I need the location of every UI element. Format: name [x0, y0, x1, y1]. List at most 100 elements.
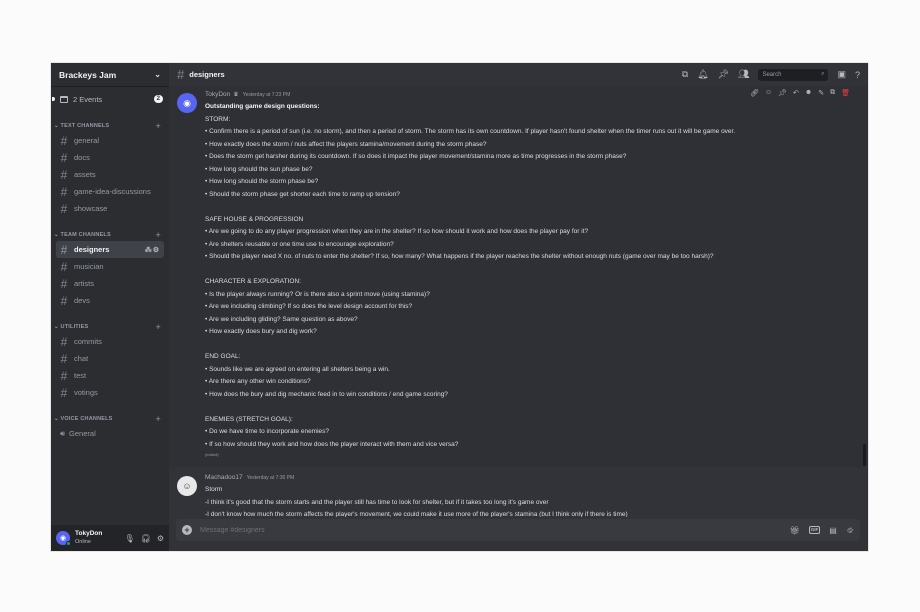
channel-title: designers: [189, 70, 225, 79]
server-header[interactable]: Brackeys Jam ⌄: [51, 63, 169, 86]
hash-icon: #: [60, 293, 68, 308]
header-toolbar: ⧉ 🔔︎ 📌︎ 👥︎ Search ⌕ ▣ ?: [682, 68, 860, 81]
inbox-icon[interactable]: ▣: [837, 69, 846, 80]
message-line: Outstanding game design questions:: [205, 103, 320, 110]
headphones-icon[interactable]: 🎧︎: [141, 534, 151, 543]
line-spacer: [205, 264, 852, 277]
category-utilities[interactable]: ⌄ UTILITIES +: [51, 321, 169, 333]
search-input[interactable]: Search ⌕: [758, 68, 829, 81]
online-status-icon: [66, 541, 71, 546]
message-input[interactable]: [200, 526, 680, 534]
hash-icon: #: [60, 351, 68, 366]
user-status: Online: [75, 539, 91, 545]
channel-docs[interactable]: # docs: [56, 149, 164, 166]
message-author[interactable]: Machadoo17: [205, 474, 243, 481]
voice-channel-general[interactable]: 🔊︎ General: [56, 425, 164, 442]
avatar[interactable]: ◉: [56, 531, 71, 546]
list-item: • Should the player need X no. of nuts t…: [205, 253, 714, 260]
notification-bell-icon[interactable]: 🔔︎: [697, 69, 708, 80]
message-line: CHARACTER & EXPLORATION:: [205, 278, 301, 285]
message-content: Machadoo17 Yesterday at 7:36 PM Storm -I …: [205, 474, 852, 517]
message[interactable]: 🔗︎ ☺ 📌︎ ↶ ☻ ✎ ⧉ 🗑︎ ◉ TokyDon ♛ Yesterday…: [169, 86, 868, 467]
line-spacer: [205, 401, 852, 414]
channel-votings[interactable]: # votings: [56, 384, 164, 401]
message-timestamp: Yesterday at 7:36 PM: [246, 475, 295, 481]
message-body: Outstanding game design questions: STORM:…: [205, 101, 852, 451]
member-list-icon[interactable]: 👥︎: [738, 69, 749, 80]
calendar-icon: [60, 95, 68, 103]
message-author[interactable]: TokyDon: [205, 91, 230, 98]
channel-artists[interactable]: # artists: [56, 275, 164, 292]
hash-icon: #: [60, 133, 68, 148]
list-item: • Does the storm get harsher during its …: [205, 153, 627, 160]
pin-icon[interactable]: 📌︎: [718, 69, 729, 80]
channel-musician[interactable]: # musician: [56, 258, 164, 275]
server-name: Brackeys Jam: [59, 69, 117, 80]
threads-icon[interactable]: ⧉: [682, 69, 688, 80]
chevron-down-icon: ⌄: [154, 70, 161, 79]
list-item: • Should the storm phase get shorter eac…: [205, 190, 400, 198]
channel-assets[interactable]: # assets: [56, 166, 164, 183]
gear-icon[interactable]: ⚙: [157, 534, 164, 543]
hash-icon: #: [60, 167, 68, 182]
avatar[interactable]: ◉: [177, 93, 197, 113]
channel-settings-icons[interactable]: ⁂⚙: [145, 246, 160, 254]
add-channel-icon[interactable]: +: [156, 230, 161, 240]
message-line: STORM:: [205, 115, 231, 123]
channel-general[interactable]: # general: [56, 132, 164, 149]
line-spacer: [205, 201, 852, 214]
hash-icon: #: [60, 184, 68, 199]
channel-devs[interactable]: # devs: [56, 292, 164, 309]
channel-game-idea-discussions[interactable]: # game-idea-discussions: [56, 183, 164, 200]
channel-test[interactable]: # test: [56, 367, 164, 384]
user-panel: ◉ TokyDon Online 🎙︎ 🎧︎ ⚙: [51, 525, 169, 551]
events-count-badge: 2: [153, 95, 163, 103]
user-info[interactable]: TokyDon Online: [75, 530, 102, 546]
category-text-channels[interactable]: ⌄ TEXT CHANNELS +: [51, 120, 169, 132]
scrollbar[interactable]: [863, 444, 866, 466]
list-item: • If so how should they work and how doe…: [205, 440, 459, 448]
add-channel-icon[interactable]: +: [156, 322, 161, 332]
line-spacer: [205, 339, 852, 352]
list-item: • Are we including gliding? Same questio…: [205, 315, 358, 323]
list-item: • How long should the storm phase be?: [205, 178, 319, 185]
apps-icon[interactable]: ⁘: [840, 519, 862, 541]
add-channel-icon[interactable]: +: [156, 121, 161, 131]
hash-icon: #: [60, 150, 68, 165]
avatar[interactable]: ☺: [177, 476, 197, 496]
events-item[interactable]: 2 Events 2: [52, 90, 163, 108]
message[interactable]: ☺ Machadoo17 Yesterday at 7:36 PM Storm -…: [169, 467, 868, 517]
list-item: • Is the player always running? Or is th…: [205, 290, 430, 298]
add-attachment-icon[interactable]: +: [182, 525, 192, 535]
list-item: • Are there any other win conditions?: [205, 378, 311, 385]
channel-designers[interactable]: # designers ⁂⚙: [56, 241, 164, 258]
message-line: Storm: [205, 486, 223, 493]
sticker-icon[interactable]: ▤: [829, 526, 837, 535]
list-item: • Confirm there is a period of sun (i.e.…: [205, 128, 736, 135]
list-item: • How long should the sun phase be?: [205, 165, 313, 173]
role-icon: ♛: [233, 92, 239, 98]
channel-commits[interactable]: # commits: [56, 333, 164, 350]
gift-icon[interactable]: 🎁︎: [790, 526, 800, 535]
gif-icon[interactable]: GIF: [808, 526, 821, 534]
hash-icon: #: [60, 259, 68, 274]
message-line: ENEMIES (STRETCH GOAL):: [205, 415, 293, 423]
hash-icon: #: [60, 385, 68, 400]
user-name: TokyDon: [75, 530, 103, 537]
help-icon[interactable]: ?: [855, 70, 860, 80]
microphone-icon[interactable]: 🎙︎: [125, 534, 135, 543]
channel-header: # designers ⧉ 🔔︎ 📌︎ 👥︎ Search ⌕ ▣ ?: [169, 63, 868, 86]
channel-showcase[interactable]: # showcase: [56, 200, 164, 217]
add-channel-icon[interactable]: +: [156, 414, 161, 424]
category-voice-channels[interactable]: ⌄ VOICE CHANNELS +: [51, 413, 169, 425]
category-label: ⌄ TEAM CHANNELS: [54, 232, 111, 238]
message-line: END GOAL:: [205, 353, 241, 360]
message-timestamp: Yesterday at 7:23 PM: [242, 92, 291, 98]
list-item: • How exactly does bury and dig work?: [205, 328, 317, 335]
list-item: • Are we going to do any player progress…: [205, 228, 589, 235]
category-team-channels[interactable]: ⌄ TEAM CHANNELS +: [51, 229, 169, 241]
channel-chat[interactable]: # chat: [56, 350, 164, 367]
category-label: ⌄ VOICE CHANNELS: [54, 416, 113, 422]
hash-icon: #: [60, 368, 68, 383]
message-list[interactable]: 🔗︎ ☺ 📌︎ ↶ ☻ ✎ ⧉ 🗑︎ ◉ TokyDon ♛ Yesterday…: [169, 86, 868, 517]
